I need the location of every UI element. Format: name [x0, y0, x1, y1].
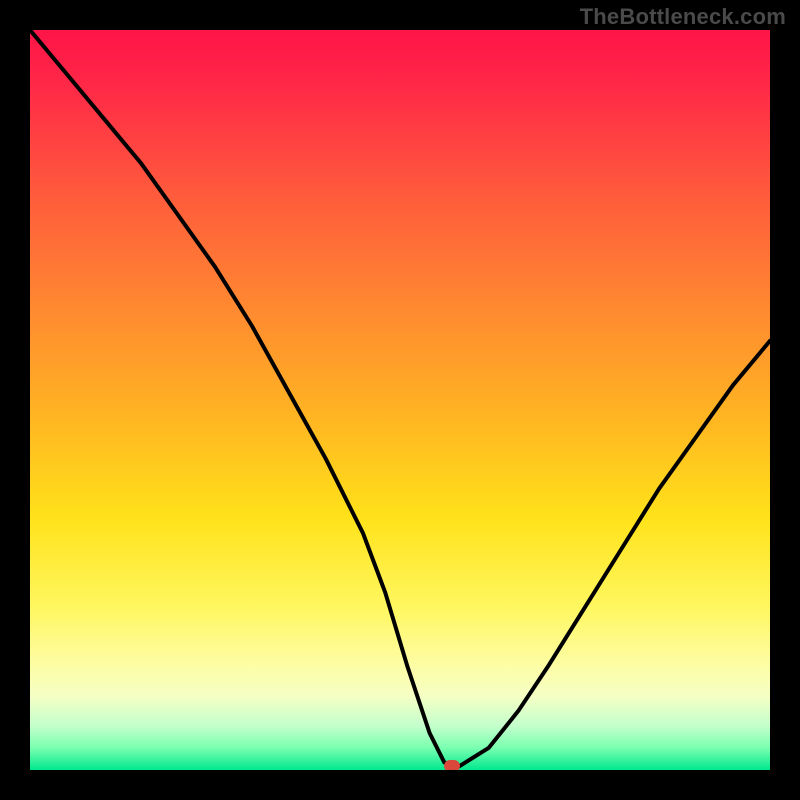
plot-area	[30, 30, 770, 770]
watermark-text: TheBottleneck.com	[580, 4, 786, 30]
optimal-point-marker	[444, 760, 460, 770]
bottleneck-curve	[30, 30, 770, 770]
chart-frame: TheBottleneck.com	[0, 0, 800, 800]
